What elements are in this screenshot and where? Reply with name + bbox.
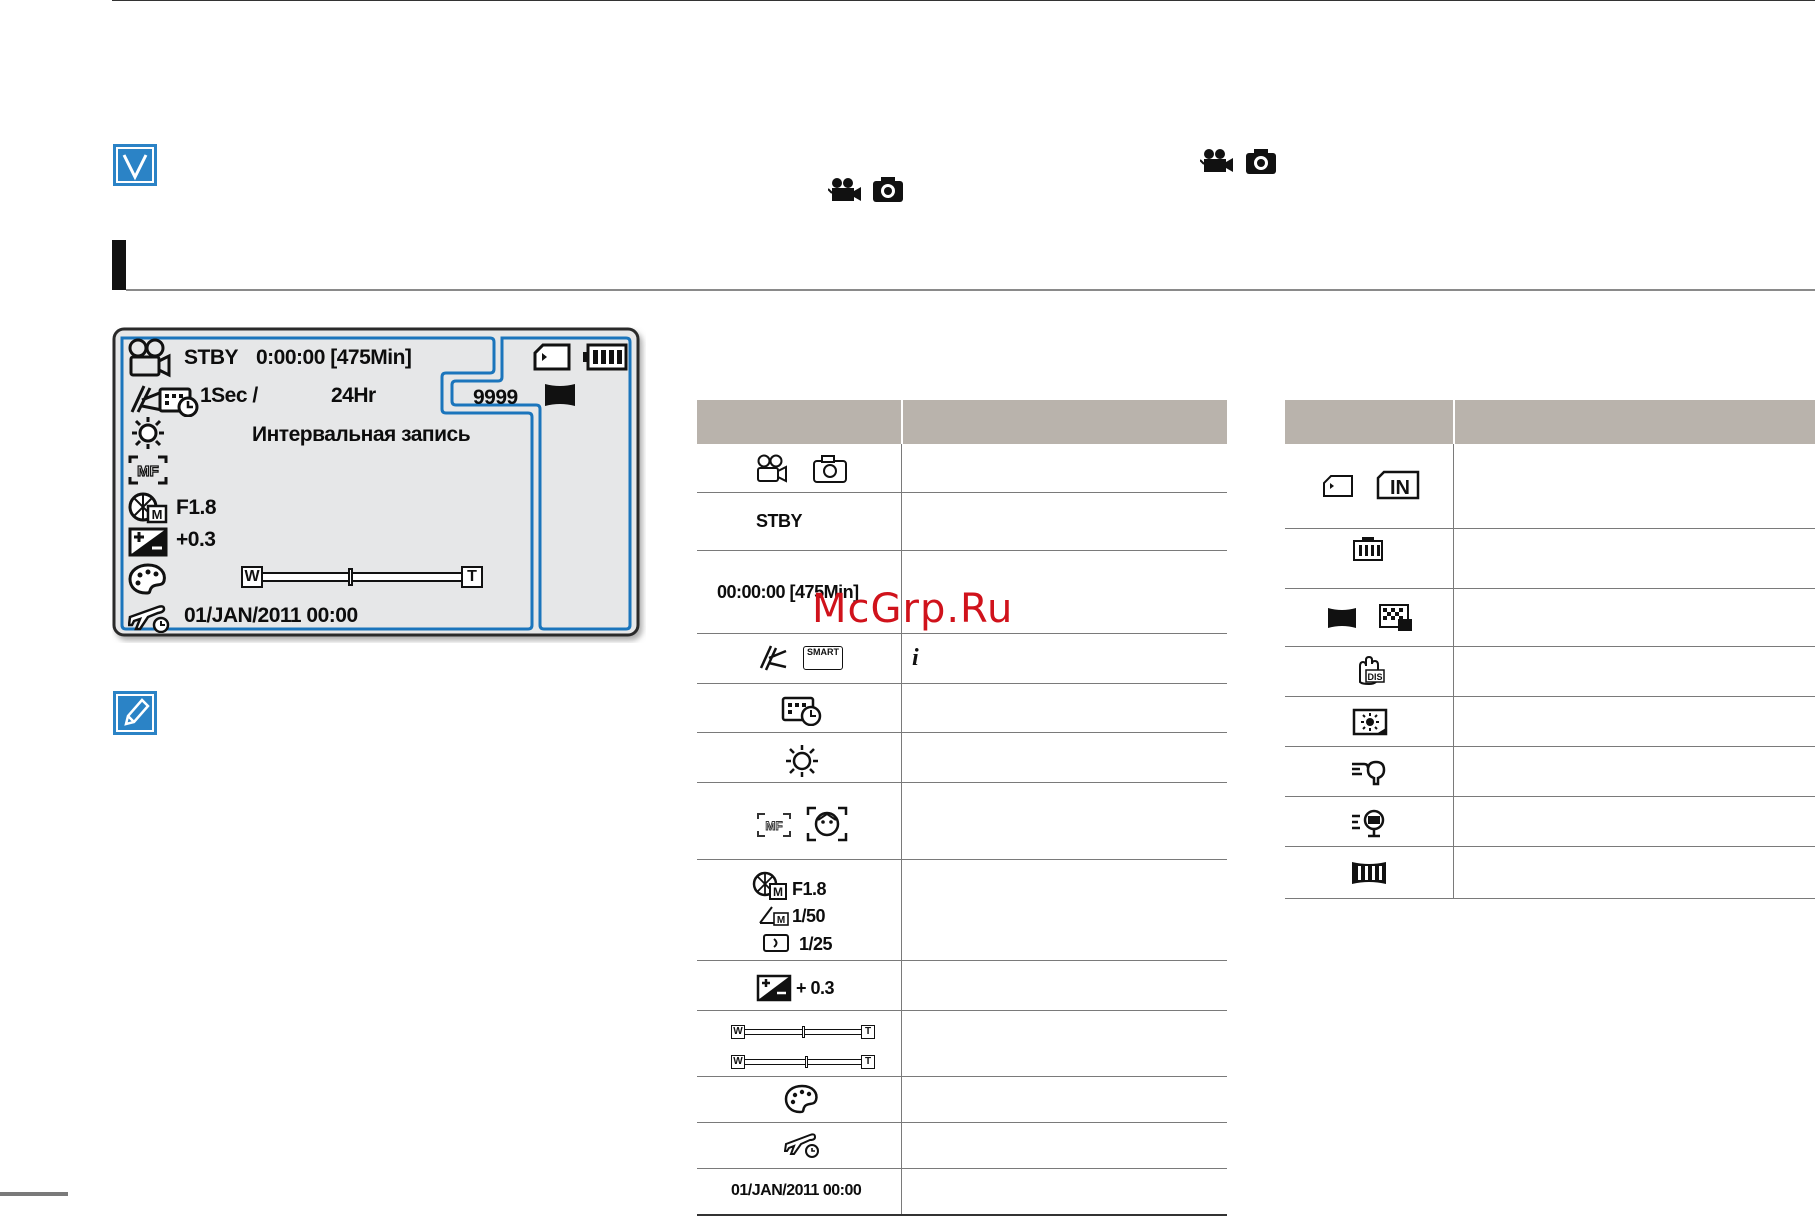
- dis-icon: DIS: [1352, 656, 1386, 686]
- check-note-icon: [112, 143, 158, 187]
- zoom-w-box: W: [241, 566, 263, 588]
- internal-memory-icon: IN: [1376, 470, 1420, 500]
- zoom-w-box: W: [731, 1055, 745, 1069]
- table-zoom-bar-2: W T: [731, 1055, 875, 1069]
- zoom-t-box: T: [861, 1025, 875, 1039]
- top-rule: [112, 0, 1815, 1]
- time-zone-icon: [784, 1130, 820, 1158]
- aperture-icon: M: [752, 871, 788, 901]
- row-stby: STBY: [756, 511, 803, 531]
- wide-icon: [1350, 860, 1388, 886]
- zoom-marker: [804, 1056, 808, 1068]
- slow-shutter-icon: [762, 933, 790, 953]
- battery-icon: [582, 343, 628, 371]
- svg-text:M: M: [152, 507, 163, 522]
- lcd-screen: [112, 327, 646, 643]
- zoom-t-box: T: [461, 566, 483, 588]
- svg-text:M: M: [777, 915, 785, 926]
- left-table-header-icon: [697, 400, 901, 444]
- photo-mode-icon: [812, 454, 848, 484]
- svg-text:MF: MF: [137, 463, 159, 480]
- movie-camera-icon: [1200, 148, 1234, 174]
- interval-total: 24Hr: [331, 384, 376, 407]
- right-table-header-icon: [1285, 400, 1453, 444]
- battery-icon: [1352, 536, 1384, 562]
- shutter-icon: M: [758, 905, 790, 927]
- lcd-count: 9999: [473, 386, 518, 409]
- manual-focus-icon: MF: [128, 455, 168, 485]
- page-marker: [0, 1192, 68, 1196]
- white-balance-icon: [784, 744, 820, 778]
- lcd-exposure: +0.3: [176, 528, 216, 551]
- face-detection-icon: [806, 806, 848, 842]
- svg-text:M: M: [773, 885, 783, 899]
- zoom-t-box: T: [861, 1055, 875, 1069]
- movie-mode-icon: [126, 337, 172, 379]
- lcd-zoom-bar: W T: [241, 566, 483, 590]
- photo-camera-icon: [1245, 147, 1277, 175]
- time-lapse-icon: [158, 385, 200, 417]
- left-table-divider: [901, 444, 902, 1215]
- digital-effect-icon: [128, 563, 168, 595]
- zoom-track: [263, 572, 461, 582]
- exposure-icon: [756, 974, 792, 1002]
- digital-effect-icon: [784, 1084, 820, 1114]
- section-marker: [112, 240, 126, 290]
- aperture-icon: M: [128, 492, 168, 524]
- zoom-track: [745, 1059, 861, 1065]
- lcd-mode: STBY: [184, 346, 239, 369]
- time-zone-icon: [128, 601, 170, 633]
- lcd-aperture: F1.8: [176, 496, 217, 519]
- zoom-marker: [347, 568, 353, 586]
- row-slow-shutter: 1/25: [799, 934, 833, 954]
- svg-text:MF: MF: [765, 819, 782, 833]
- table-zoom-bar-1: W T: [731, 1025, 875, 1039]
- movie-mode-icon: [755, 454, 789, 484]
- movie-camera-icon: [828, 177, 862, 203]
- anti-shake-icon: [1350, 808, 1388, 838]
- photo-quality-icon: [1378, 603, 1414, 633]
- watermark: McGrp.Ru: [812, 586, 1014, 632]
- row-datetime: 01/JAN/2011 00:00: [731, 1182, 862, 1199]
- svg-text:DIS: DIS: [1367, 672, 1382, 682]
- wind-cut-icon: [1350, 758, 1390, 788]
- left-table-header-desc: [903, 400, 1227, 444]
- lcd-time: 0:00:00 [475Min]: [256, 346, 412, 369]
- row-desc-i: i: [912, 645, 919, 671]
- row-shutter: 1/50: [792, 906, 826, 926]
- right-table-header-desc: [1455, 400, 1815, 444]
- smart-auto-icon: [757, 642, 789, 674]
- section-rule: [126, 289, 1815, 291]
- memory-card-icon: [533, 343, 571, 371]
- pencil-note-icon: [112, 690, 158, 736]
- row-exposure: + 0.3: [796, 978, 835, 998]
- white-balance-icon: [130, 416, 166, 450]
- row-aperture: F1.8: [792, 879, 827, 899]
- zoom-w-box: W: [731, 1025, 745, 1039]
- resolution-icon: [543, 382, 577, 408]
- lcd-datetime: 01/JAN/2011 00:00: [184, 604, 358, 627]
- smart-badge-label: SMART: [807, 647, 839, 657]
- right-table-divider: [1453, 444, 1454, 899]
- memory-card-icon: [1322, 474, 1354, 498]
- smart-badge: SMART: [803, 646, 843, 670]
- interval-value: 1Sec /: [200, 384, 258, 407]
- time-lapse-icon: [781, 694, 823, 726]
- resolution-icon: [1326, 606, 1358, 630]
- manual-focus-icon: MF: [756, 812, 792, 838]
- photo-camera-icon: [872, 175, 904, 203]
- zoom-marker: [801, 1026, 805, 1038]
- exposure-icon: [128, 527, 168, 557]
- interval-caption: Интервальная запись: [252, 423, 471, 446]
- svg-text:IN: IN: [1390, 477, 1410, 499]
- backlight-icon: [1352, 708, 1388, 736]
